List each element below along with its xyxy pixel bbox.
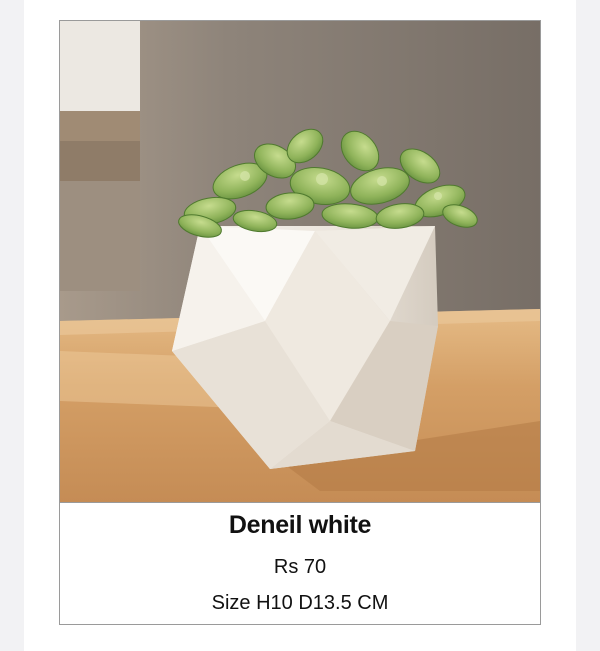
page: Deneil white Rs 70 Size H10 D13.5 CM <box>24 0 576 651</box>
product-name[interactable]: Deneil white <box>60 511 540 540</box>
product-photo-illustration <box>60 21 540 502</box>
product-card[interactable]: Deneil white Rs 70 Size H10 D13.5 CM <box>59 20 541 625</box>
product-price: Rs 70 <box>273 556 327 578</box>
product-image[interactable] <box>60 21 540 503</box>
product-info: Deneil white Rs 70 Size H10 D13.5 CM <box>60 503 540 624</box>
product-size: Size H10 D13.5 CM <box>211 592 389 614</box>
